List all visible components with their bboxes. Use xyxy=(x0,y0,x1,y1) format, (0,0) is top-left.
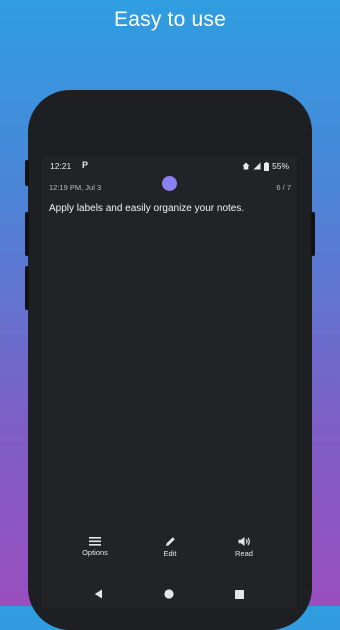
options-icon xyxy=(70,536,120,546)
bottom-action-bar: Options Edit Read xyxy=(42,536,297,566)
note-timestamp: 12:19 PM, Jul 3 xyxy=(49,183,102,192)
back-icon[interactable] xyxy=(94,586,103,604)
battery-percent: 55% xyxy=(271,161,289,171)
status-time: 12:21 xyxy=(50,161,72,171)
note-meta-row: 12:19 PM, Jul 3 6 / 7 xyxy=(49,183,291,197)
system-navigation-bar xyxy=(42,582,297,604)
note-page-counter: 6 / 7 xyxy=(276,183,291,192)
battery-icon xyxy=(263,161,269,171)
signal-icon xyxy=(253,162,261,170)
home-button-icon[interactable] xyxy=(164,586,174,604)
edit-label: Edit xyxy=(163,549,177,558)
read-button[interactable]: Read xyxy=(219,536,269,558)
edit-icon xyxy=(145,536,195,547)
headline: Easy to use xyxy=(114,8,226,31)
note-text[interactable]: Apply labels and easily organize your no… xyxy=(49,202,291,215)
phone-screen: 12:21 P 55% 12:19 PM, Jul 3 6 / 7 Apply … xyxy=(42,156,297,608)
recents-icon[interactable] xyxy=(235,586,244,604)
status-icons: 55% xyxy=(242,161,289,171)
status-bar: 12:21 P 55% xyxy=(42,156,297,176)
read-label: Read xyxy=(235,549,253,558)
power-button xyxy=(25,160,29,186)
options-label: Options xyxy=(82,548,108,557)
volume-down-button xyxy=(25,266,29,310)
home-icon xyxy=(242,162,250,170)
volume-up-button xyxy=(25,212,29,256)
options-button[interactable]: Options xyxy=(70,536,120,557)
app-indicator: P xyxy=(82,160,89,170)
side-button-right xyxy=(311,212,315,256)
edit-button[interactable]: Edit xyxy=(145,536,195,558)
speaker-icon xyxy=(219,536,269,547)
